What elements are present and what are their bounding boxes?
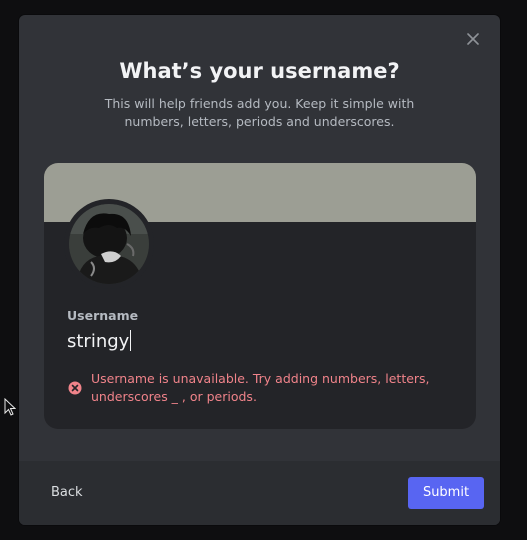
text-caret (130, 330, 132, 351)
modal-title: What’s your username? (119, 59, 400, 83)
mouse-pointer-icon (4, 397, 17, 416)
back-button[interactable]: Back (51, 485, 83, 501)
username-label: Username (67, 308, 139, 323)
username-modal: What’s your username? This will help fri… (19, 15, 500, 525)
error-circle-icon (68, 380, 82, 395)
username-value: stringy (67, 331, 130, 352)
modal-footer: Back Submit (19, 461, 500, 525)
submit-button[interactable]: Submit (408, 477, 484, 509)
close-icon[interactable] (463, 29, 483, 49)
avatar (69, 204, 149, 284)
error-message: Username is unavailable. Try adding numb… (91, 371, 430, 404)
avatar-frame (64, 199, 154, 289)
modal-subtitle: This will help friends add you. Keep it … (104, 96, 415, 129)
username-input[interactable]: stringy (67, 328, 447, 356)
profile-preview-card: Username stringy Username is unavailable… (44, 163, 476, 429)
